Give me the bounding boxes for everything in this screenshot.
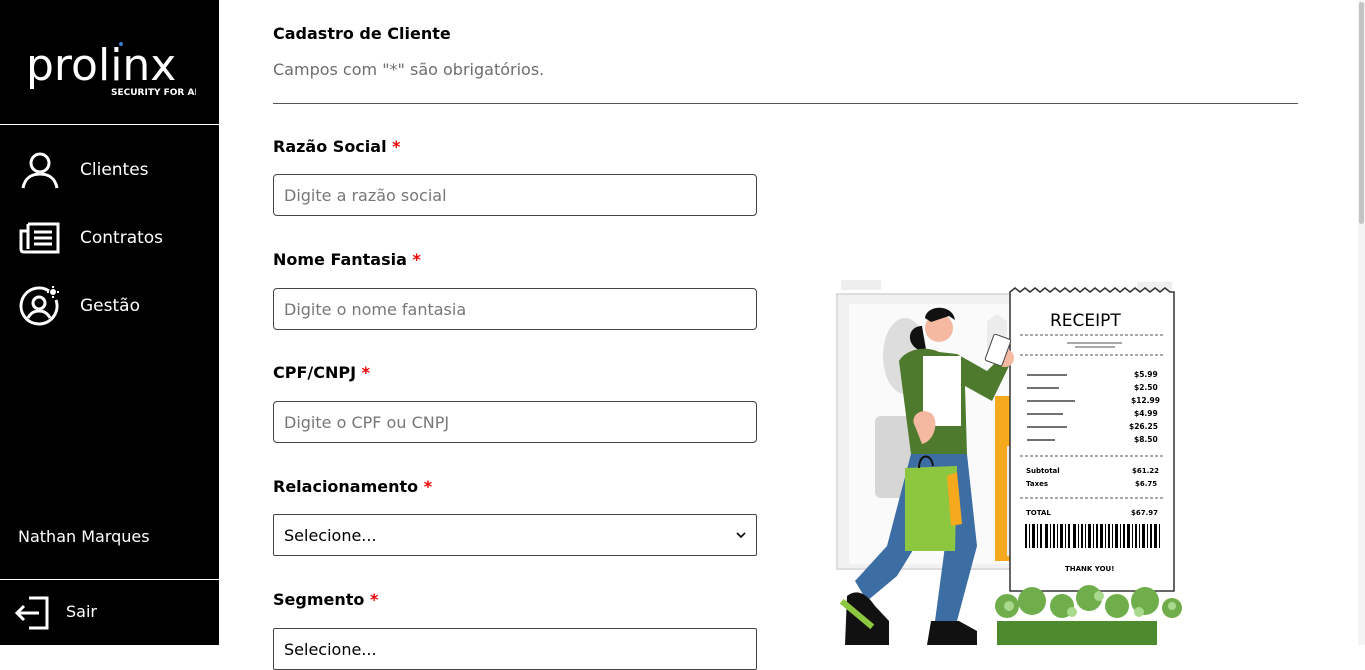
receipt-item-price: $26.25 <box>1129 422 1158 431</box>
sidebar-item-label: Contratos <box>80 228 164 248</box>
main-content: Cadastro de Cliente Campos com "*" são o… <box>219 0 1365 670</box>
user-icon <box>18 148 62 192</box>
document-list-icon <box>18 216 62 260</box>
segmento-select[interactable]: Selecione... <box>273 628 757 670</box>
relacionamento-value: Selecione... <box>284 525 377 545</box>
receipt-item-price: $2.50 <box>1134 383 1158 392</box>
nome-fantasia-input[interactable] <box>273 288 757 330</box>
razao-social-label: Razão Social * <box>273 137 401 156</box>
receipt-item-price: $5.99 <box>1134 370 1158 379</box>
scrollbar-thumb[interactable] <box>1359 2 1364 224</box>
segmento-label: Segmento * <box>273 590 379 609</box>
page-title: Cadastro de Cliente <box>273 24 451 43</box>
required-mark: * <box>392 137 401 156</box>
receipt-taxes-label: Taxes <box>1026 480 1048 488</box>
relacionamento-label: Relacionamento * <box>273 477 433 496</box>
relacionamento-select[interactable]: Selecione... <box>273 514 757 556</box>
receipt-thanks: THANK YOU! <box>1065 565 1114 573</box>
cpf-cnpj-label: CPF/CNPJ * <box>273 363 371 382</box>
logout-button[interactable]: Sair <box>0 579 219 645</box>
logo-area: prolinx SECURITY FOR ALL <box>0 0 219 125</box>
receipt-subtotal: $61.22 <box>1132 467 1159 475</box>
receipt-title: RECEIPT <box>1050 311 1121 331</box>
brand-tagline: SECURITY FOR ALL <box>111 88 196 96</box>
shopping-receipt-illustration: RECEIPT $5.99 $2.50 $12.99 $4.99 $26.25 … <box>836 280 1182 645</box>
sidebar-item-contratos[interactable]: Contratos <box>0 214 219 262</box>
scrollbar[interactable] <box>1358 0 1365 645</box>
user-gear-icon <box>18 284 62 328</box>
required-mark: * <box>412 250 421 269</box>
receipt-taxes: $6.75 <box>1135 480 1157 488</box>
sidebar-item-clientes[interactable]: Clientes <box>0 146 219 194</box>
required-mark: * <box>361 363 371 382</box>
cpf-cnpj-input[interactable] <box>273 401 757 443</box>
receipt-item-price: $4.99 <box>1134 409 1158 418</box>
receipt-total-label: TOTAL <box>1026 509 1051 517</box>
receipt-item-price: $12.99 <box>1131 396 1160 405</box>
sidebar-item-gestao[interactable]: Gestão <box>0 282 219 330</box>
brand-logo[interactable]: prolinx SECURITY FOR ALL <box>26 40 196 96</box>
receipt-total: $67.97 <box>1131 509 1158 517</box>
required-mark: * <box>423 477 433 496</box>
sidebar-item-label: Clientes <box>80 160 149 180</box>
logout-label: Sair <box>66 602 97 621</box>
divider <box>273 103 1298 104</box>
form-subtitle: Campos com "*" são obrigatórios. <box>273 60 545 79</box>
receipt-item-price: $8.50 <box>1134 435 1158 444</box>
brand-name: prolinx <box>26 40 176 91</box>
segmento-value: Selecione... <box>284 639 377 659</box>
sidebar-item-label: Gestão <box>80 296 140 316</box>
chevron-down-icon <box>736 532 746 539</box>
required-mark: * <box>369 590 379 609</box>
receipt-subtotal-label: Subtotal <box>1026 467 1060 475</box>
sidebar: prolinx SECURITY FOR ALL Clientes <box>0 0 219 645</box>
current-user-name: Nathan Marques <box>18 527 150 546</box>
nome-fantasia-label: Nome Fantasia * <box>273 250 421 269</box>
razao-social-input[interactable] <box>273 174 757 216</box>
logout-icon <box>14 595 51 635</box>
